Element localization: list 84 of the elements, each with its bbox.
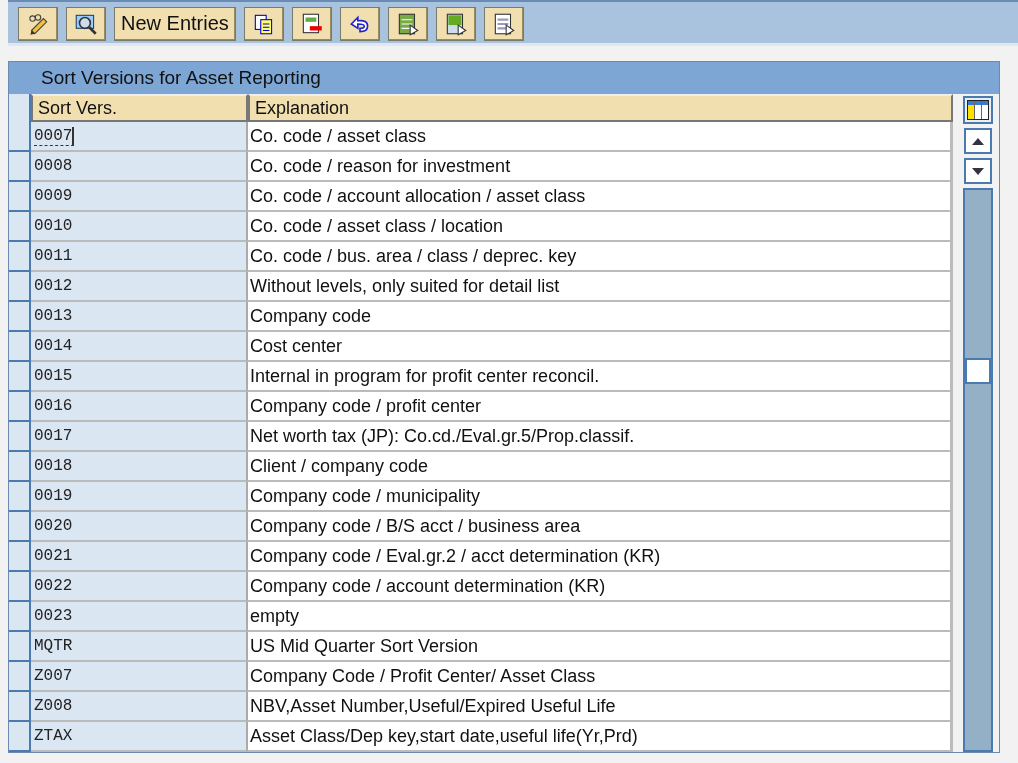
table-cell: Client / company code [248, 452, 953, 482]
table-cell: Cost center [248, 332, 953, 362]
undo-button[interactable] [339, 6, 380, 41]
new-entries-button[interactable]: New Entries [114, 6, 236, 41]
table-cell: empty [248, 602, 953, 632]
table-cell: Without levels, only suited for detail list [248, 272, 953, 302]
table-cell: 0020 [31, 512, 248, 542]
row-selector[interactable] [9, 152, 31, 182]
table-cell: 0021 [31, 542, 248, 572]
scrollbar-track[interactable] [963, 188, 993, 752]
table-cell: Z007 [31, 662, 248, 692]
table-cell: 0013 [31, 302, 248, 332]
table-cell: 0011 [31, 242, 248, 272]
select-block-button[interactable] [435, 6, 476, 41]
table-cell: Company code / profit center [248, 392, 953, 422]
table-cell: Company code / Eval.gr.2 / acct determination (KR) [248, 542, 953, 572]
table-cell: 0008 [31, 152, 248, 182]
deselect-button[interactable] [483, 6, 524, 41]
table-cell: Company code [248, 302, 953, 332]
row-selector[interactable] [9, 272, 31, 302]
table-cell: MQTR [31, 632, 248, 662]
table-cell: 0022 [31, 572, 248, 602]
scrollbar-thumb[interactable] [965, 358, 991, 384]
down-arrow-icon [972, 167, 984, 175]
row-selector[interactable] [9, 392, 31, 422]
select-all-handle[interactable] [9, 94, 31, 122]
table-cell: Co. code / asset class / location [248, 212, 953, 242]
table-cell: 0009 [31, 182, 248, 212]
table-cell: Co. code / asset class [248, 122, 953, 152]
table-cell: Co. code / reason for investment [248, 152, 953, 182]
up-arrow-icon [972, 137, 984, 145]
display-button[interactable] [66, 6, 106, 41]
table-cell: Company code / municipality [248, 482, 953, 512]
select-all-button[interactable] [387, 6, 428, 41]
row-selector[interactable] [9, 182, 31, 212]
table-cell: 0016 [31, 392, 248, 422]
column-settings-button[interactable] [963, 96, 993, 124]
column-header[interactable]: Sort Vers. [31, 94, 248, 122]
table-cell: Internal in program for profit center reconcil. [248, 362, 953, 392]
row-selector[interactable] [9, 692, 31, 722]
row-selector[interactable] [9, 572, 31, 602]
row-selector[interactable] [9, 542, 31, 572]
table-cell: 0019 [31, 482, 248, 512]
row-selector[interactable] [9, 482, 31, 512]
table-cell: Company code / account determination (KR) [248, 572, 953, 602]
table-cell: Company Code / Profit Center/ Asset Class [248, 662, 953, 692]
table-cell: 0007 [31, 122, 248, 152]
row-selector[interactable] [9, 602, 31, 632]
column-header[interactable]: Explanation [248, 94, 953, 122]
columns-icon [967, 100, 989, 120]
table-cell: Net worth tax (JP): Co.cd./Eval.gr.5/Prop.classif. [248, 422, 953, 452]
table-cell: ZTAX [31, 722, 248, 752]
scroll-up-button[interactable] [964, 128, 992, 154]
row-selector[interactable] [9, 122, 31, 152]
row-selector[interactable] [9, 662, 31, 692]
table-cell: 0018 [31, 452, 248, 482]
table-cell: Asset Class/Dep key,start date,useful life(Yr,Prd) [248, 722, 953, 752]
table-cell: Z008 [31, 692, 248, 722]
row-selector[interactable] [9, 512, 31, 542]
table-title: Sort Versions for Asset Reporting [40, 66, 322, 90]
row-selector[interactable] [9, 332, 31, 362]
table-cell: Co. code / bus. area / class / deprec. key [248, 242, 953, 272]
copy-button[interactable] [243, 6, 284, 41]
row-selector[interactable] [9, 242, 31, 272]
row-selector[interactable] [9, 722, 31, 752]
table-cell: 0015 [31, 362, 248, 392]
table-cell: 0010 [31, 212, 248, 242]
table-cell: 0023 [31, 602, 248, 632]
table-cell: US Mid Quarter Sort Version [248, 632, 953, 662]
scroll-down-button[interactable] [964, 158, 992, 184]
row-selector[interactable] [9, 632, 31, 662]
row-selector[interactable] [9, 452, 31, 482]
table-cell: 0012 [31, 272, 248, 302]
row-selector[interactable] [9, 362, 31, 392]
row-selector[interactable] [9, 212, 31, 242]
row-selector[interactable] [9, 422, 31, 452]
delete-button[interactable] [291, 6, 332, 41]
table-cell: NBV,Asset Number,Useful/Expired Useful Life [248, 692, 953, 722]
row-selector[interactable] [9, 302, 31, 332]
table-cell: 0017 [31, 422, 248, 452]
table-cell: Company code / B/S acct / business area [248, 512, 953, 542]
edit-button[interactable] [18, 6, 58, 41]
table-cell: Co. code / account allocation / asset class [248, 182, 953, 212]
table-cell: 0014 [31, 332, 248, 362]
